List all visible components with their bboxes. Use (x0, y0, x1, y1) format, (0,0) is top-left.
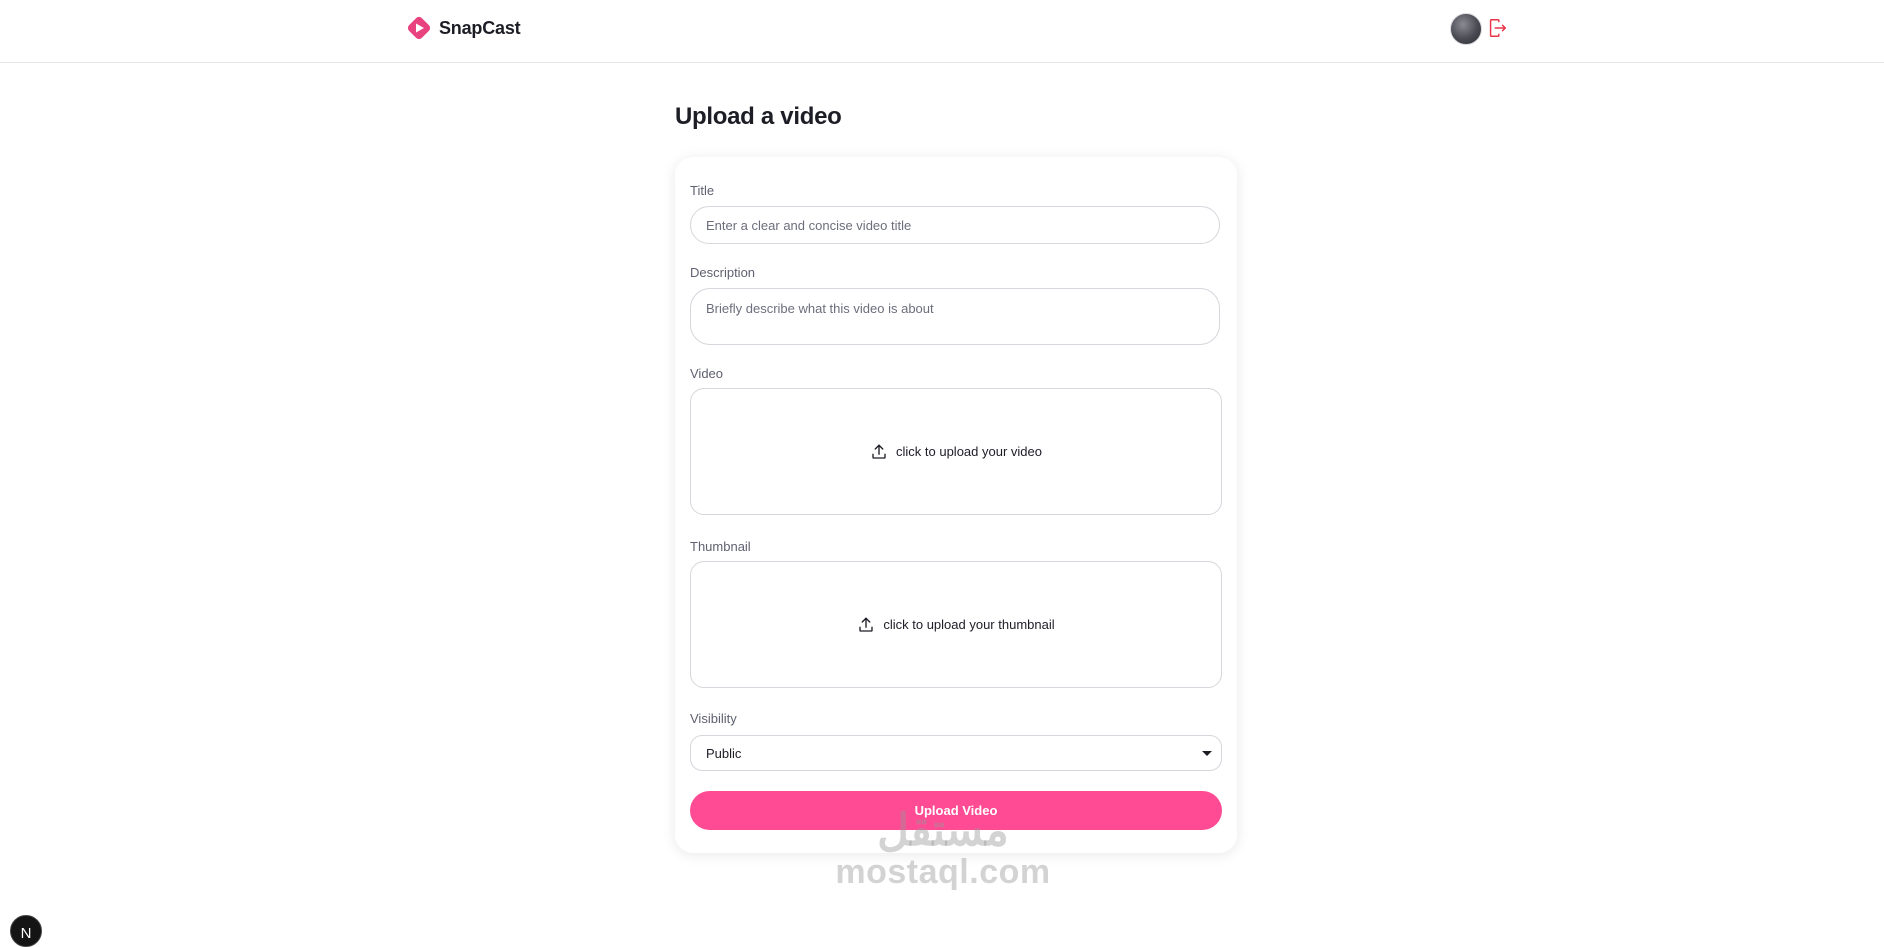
visibility-select[interactable]: Public (690, 735, 1222, 771)
thumbnail-dropzone-text: click to upload your thumbnail (883, 617, 1055, 632)
video-dropzone-text: click to upload your video (896, 444, 1042, 459)
user-avatar[interactable] (1450, 13, 1482, 45)
thumbnail-label: Thumbnail (690, 539, 751, 554)
chevron-down-icon (1202, 751, 1212, 756)
video-dropzone[interactable]: click to upload your video (690, 388, 1222, 515)
title-input[interactable] (690, 206, 1220, 244)
upload-form-card: Title Description Video click to upload … (675, 157, 1237, 853)
description-label: Description (690, 265, 756, 280)
upload-icon (859, 617, 874, 632)
page-title: Upload a video (675, 103, 842, 130)
watermark-arabic: مستقل (877, 806, 1009, 855)
logout-icon[interactable] (1486, 17, 1508, 39)
description-textarea[interactable] (690, 288, 1220, 345)
play-logo-icon (407, 16, 431, 40)
thumbnail-dropzone[interactable]: click to upload your thumbnail (690, 561, 1222, 688)
visibility-label: Visibility (690, 711, 737, 726)
brand-name: SnapCast (439, 17, 521, 38)
description-wrapper (675, 288, 1237, 345)
visibility-selected-value: Public (706, 745, 742, 761)
watermark-latin: mostaql.com (835, 853, 1051, 891)
video-label: Video (690, 366, 724, 381)
title-label: Title (690, 183, 715, 198)
upload-icon (872, 444, 886, 459)
watermark: مستقل mostaql.com (828, 806, 1058, 891)
brand-logo-link[interactable]: SnapCast (405, 14, 521, 42)
top-navbar: SnapCast (0, 0, 1884, 63)
dev-tools-badge[interactable]: N (10, 915, 42, 947)
